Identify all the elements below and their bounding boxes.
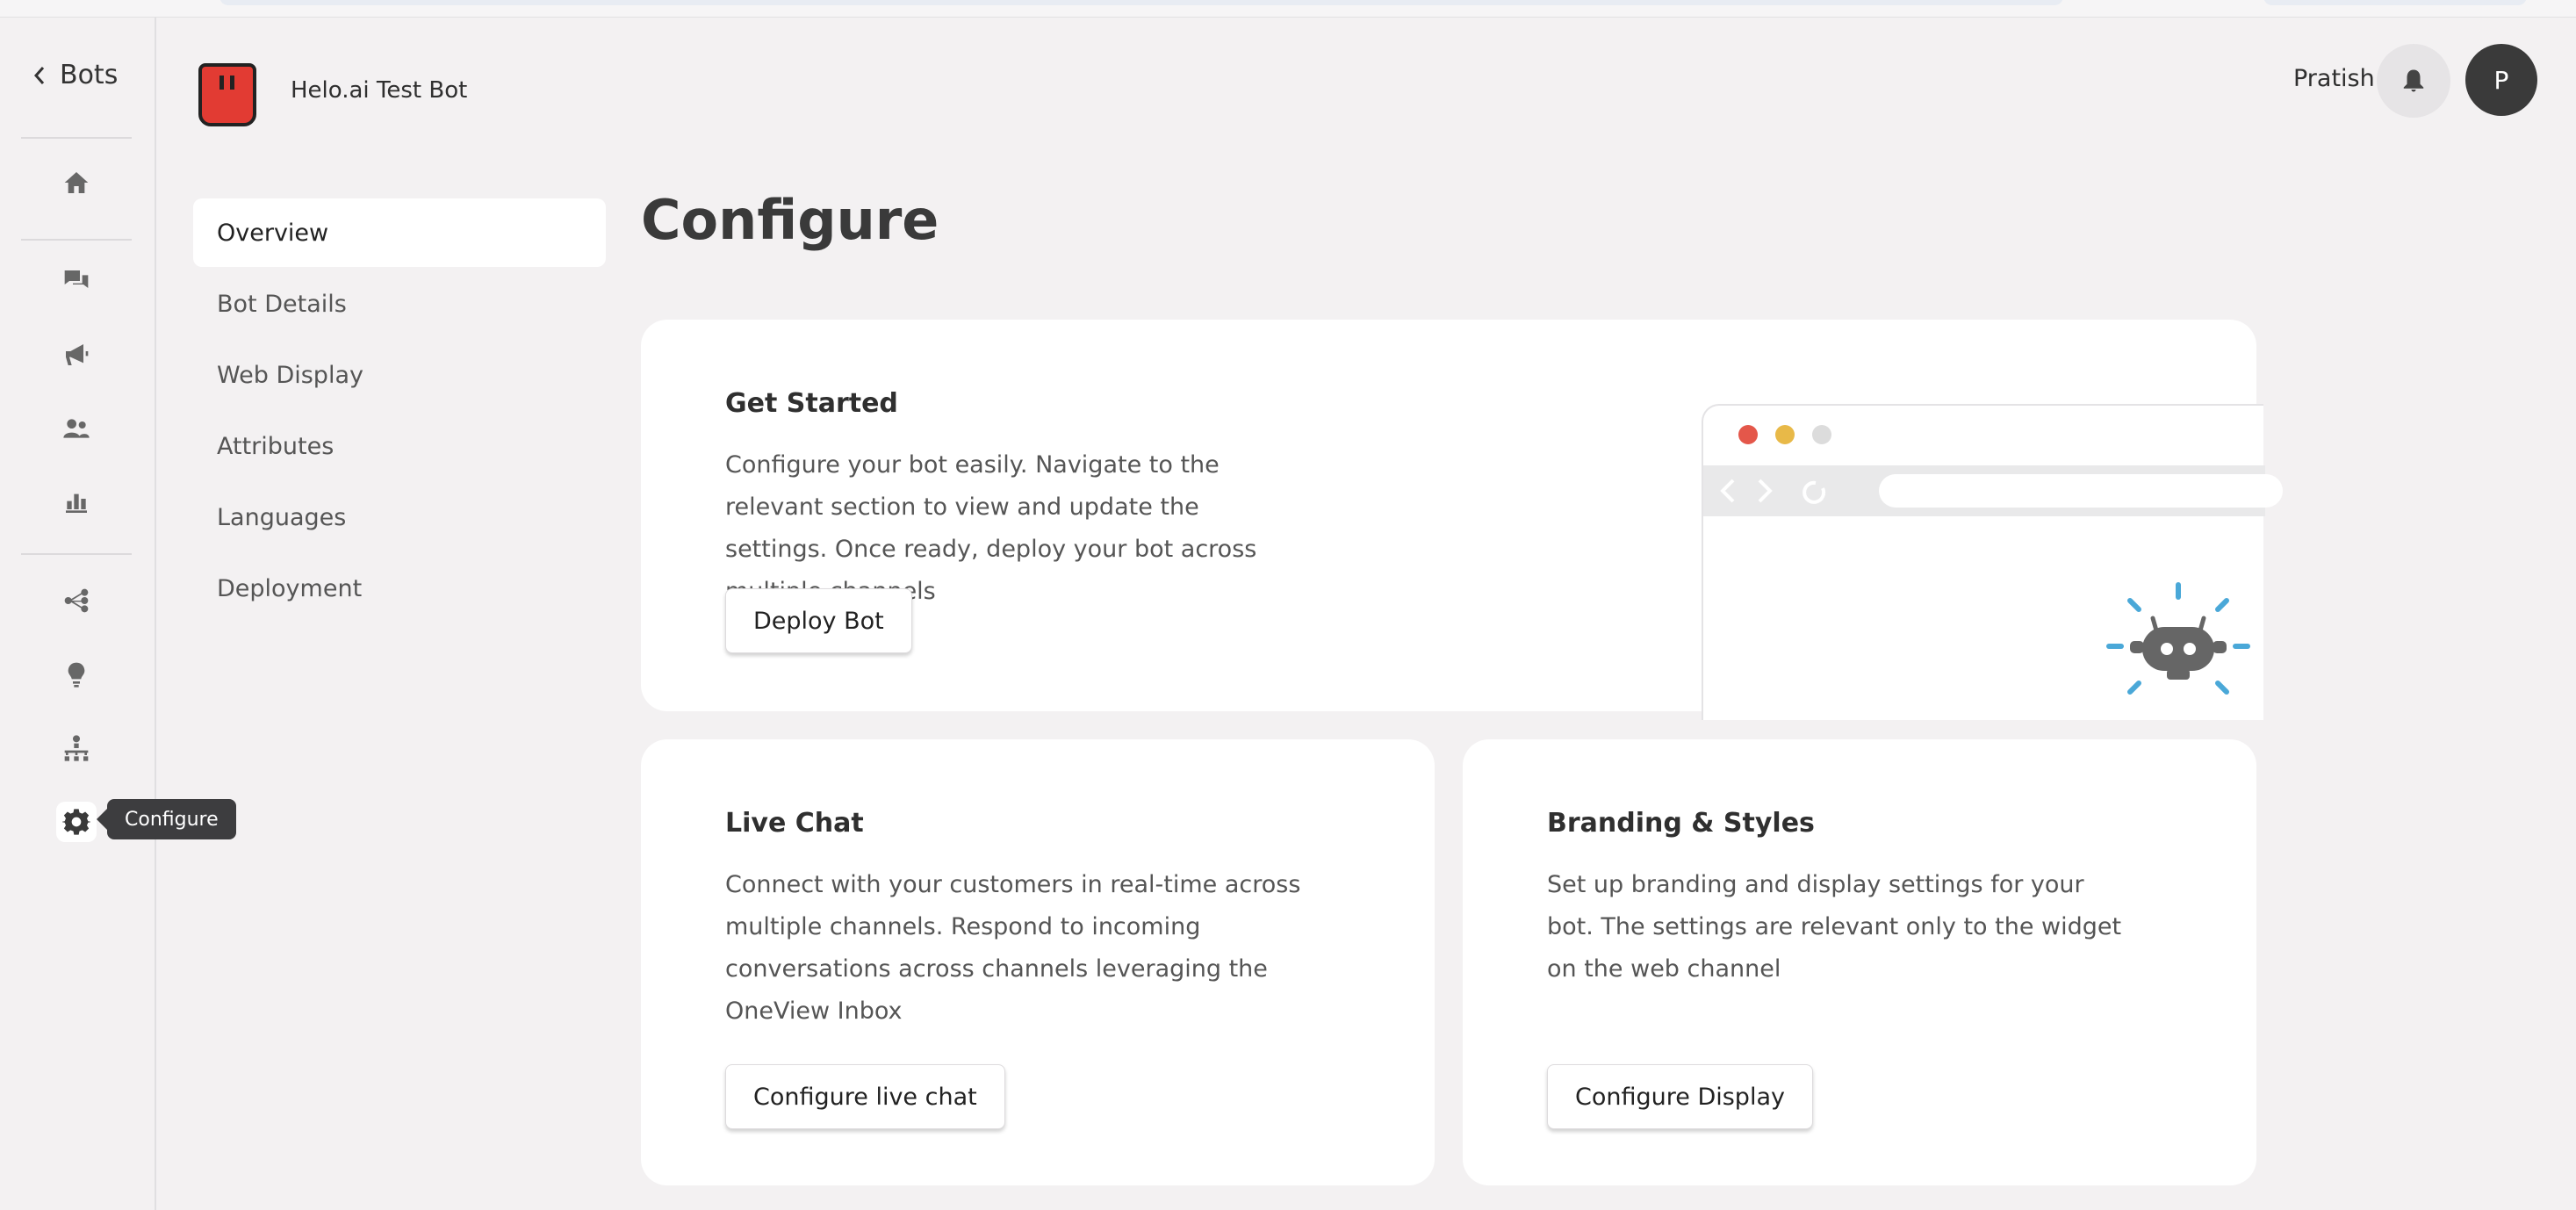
branding-card: Branding & Styles Set up branding and di…	[1463, 739, 2256, 1185]
browser-url-bar-edge	[219, 0, 2063, 5]
browser-url-field	[1879, 474, 2283, 508]
branding-title: Branding & Styles	[1547, 808, 1815, 839]
megaphone-icon[interactable]	[59, 337, 94, 372]
rail-divider	[21, 553, 132, 555]
live-chat-card: Live Chat Connect with your customers in…	[641, 739, 1435, 1185]
configure-tooltip: Configure	[97, 799, 236, 839]
subnav-item-overview[interactable]: Overview	[193, 198, 606, 267]
home-icon[interactable]	[59, 165, 94, 200]
configure-subnav: Overview Bot Details Web Display Attribu…	[193, 198, 606, 625]
configure-live-chat-button[interactable]: Configure live chat	[725, 1064, 1005, 1129]
bar-chart-icon[interactable]	[59, 485, 94, 520]
bot-name: Helo.ai Test Bot	[291, 77, 468, 104]
hierarchy-icon[interactable]	[59, 731, 94, 766]
deploy-bot-button[interactable]: Deploy Bot	[725, 588, 912, 653]
back-to-bots-link[interactable]: Bots	[33, 60, 118, 90]
user-name: Pratish	[2293, 65, 2375, 92]
notifications-button[interactable]	[2377, 44, 2450, 118]
user-avatar[interactable]: P	[2465, 44, 2537, 116]
subnav-item-web-display[interactable]: Web Display	[193, 341, 606, 409]
page-title: Configure	[641, 188, 939, 252]
window-dot-yellow	[1775, 425, 1795, 444]
browser-nav-icons	[1720, 479, 1826, 504]
robot-icon	[2106, 582, 2250, 695]
branding-description: Set up branding and display settings for…	[1547, 871, 2122, 983]
flow-icon[interactable]	[59, 583, 94, 618]
browser-toolbar	[1703, 465, 2283, 516]
top-strip	[0, 0, 2576, 18]
subnav-item-bot-details[interactable]: Bot Details	[193, 270, 606, 338]
browser-button-edge	[2263, 0, 2527, 5]
live-chat-description: Connect with your customers in real-time…	[725, 871, 1301, 1025]
configure-display-button[interactable]: Configure Display	[1547, 1064, 1813, 1129]
window-dot-red	[1738, 425, 1758, 444]
window-dot-grey	[1812, 425, 1831, 444]
rail-divider	[21, 239, 132, 241]
browser-illustration	[1702, 404, 2283, 720]
subnav-item-attributes[interactable]: Attributes	[193, 412, 606, 480]
chevron-left-icon	[33, 66, 45, 84]
left-rail: Bots	[0, 18, 156, 1210]
gear-icon[interactable]	[56, 802, 97, 842]
subnav-item-languages[interactable]: Languages	[193, 483, 606, 551]
live-chat-title: Live Chat	[725, 808, 864, 839]
get-started-title: Get Started	[725, 388, 898, 419]
bot-logo-icon	[198, 61, 256, 126]
chat-icon[interactable]	[59, 263, 94, 299]
back-label: Bots	[60, 60, 119, 90]
bell-icon	[2403, 69, 2424, 92]
rail-divider	[21, 137, 132, 139]
subnav-item-deployment[interactable]: Deployment	[193, 554, 606, 623]
bulb-icon[interactable]	[59, 657, 94, 692]
users-icon[interactable]	[59, 411, 94, 446]
